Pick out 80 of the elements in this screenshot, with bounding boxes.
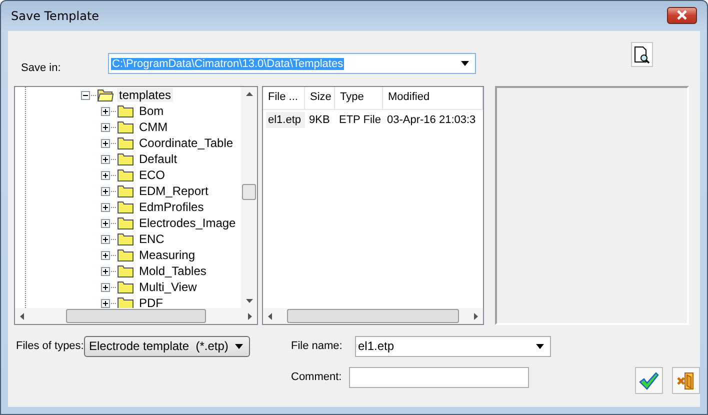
collapse-toggle[interactable] xyxy=(81,90,90,100)
file-item[interactable]: el1.etp xyxy=(266,112,305,128)
expand-toggle[interactable] xyxy=(101,266,110,276)
scroll-thumb[interactable] xyxy=(66,309,206,323)
expand-toggle[interactable] xyxy=(101,122,110,132)
scroll-down-icon[interactable] xyxy=(246,299,252,303)
expand-toggle[interactable] xyxy=(101,186,110,196)
scroll-right-icon[interactable] xyxy=(474,312,478,320)
tree-item[interactable]: Default xyxy=(137,152,180,166)
tree-item[interactable]: Measuring xyxy=(137,248,198,262)
column-header[interactable]: Size xyxy=(305,87,335,109)
tree-item[interactable]: EdmProfiles xyxy=(137,200,206,214)
scroll-left-icon[interactable] xyxy=(20,312,24,320)
table-cell-text: ETP File xyxy=(338,113,382,128)
tree-item[interactable]: CMM xyxy=(137,120,170,134)
file-name-label: File name: xyxy=(291,340,344,352)
folder-icon xyxy=(117,200,134,214)
expand-toggle[interactable] xyxy=(101,298,110,308)
column-header[interactable]: Type xyxy=(335,87,383,109)
scroll-thumb[interactable] xyxy=(242,184,256,200)
tree-item[interactable]: EDM_Report xyxy=(137,184,210,198)
expand-toggle[interactable] xyxy=(101,218,110,228)
tree-item[interactable]: templates xyxy=(117,88,174,102)
files-of-types-label: Files of types: xyxy=(16,340,84,352)
folder-icon xyxy=(117,280,134,294)
close-icon xyxy=(675,10,689,20)
comment-label: Comment: xyxy=(291,371,343,383)
tree-item[interactable]: Electrodes_Image xyxy=(137,216,238,230)
expand-toggle[interactable] xyxy=(101,234,110,244)
close-button[interactable] xyxy=(667,6,697,24)
dropdown-icon xyxy=(461,61,469,66)
open-folder-icon xyxy=(97,88,114,102)
folder-icon xyxy=(117,232,134,246)
folder-icon xyxy=(117,264,134,278)
expand-toggle[interactable] xyxy=(101,250,110,260)
folder-icon xyxy=(117,184,134,198)
cancel-button[interactable] xyxy=(672,367,700,394)
comment-field[interactable] xyxy=(349,367,529,388)
tree-item[interactable]: PDF xyxy=(137,296,165,308)
tree-item[interactable]: ECO xyxy=(137,168,168,182)
tree-item[interactable]: Bom xyxy=(137,104,166,118)
scroll-thumb[interactable] xyxy=(287,309,459,323)
folder-icon xyxy=(117,120,134,134)
checkmark-icon xyxy=(639,372,659,390)
tree-item[interactable]: Mold_Tables xyxy=(137,264,208,278)
vertical-scrollbar[interactable] xyxy=(241,87,257,308)
preview-button[interactable] xyxy=(631,42,653,67)
file-name-field[interactable]: el1.etp xyxy=(355,336,551,356)
folder-icon xyxy=(117,168,134,182)
exit-door-icon xyxy=(676,372,696,390)
save-in-label: Save in: xyxy=(21,62,62,74)
scroll-left-icon[interactable] xyxy=(268,312,272,320)
expand-toggle[interactable] xyxy=(101,202,110,212)
window-title: Save Template xyxy=(11,9,100,23)
folder-icon xyxy=(117,136,134,150)
expand-toggle[interactable] xyxy=(101,170,110,180)
folder-icon xyxy=(117,152,134,166)
document-search-icon xyxy=(633,46,651,64)
column-header[interactable]: Modified xyxy=(383,87,483,109)
folder-icon xyxy=(117,248,134,262)
expand-toggle[interactable] xyxy=(101,138,110,148)
dropdown-icon xyxy=(536,344,544,348)
scroll-up-icon[interactable] xyxy=(246,92,252,96)
folder-icon xyxy=(117,216,134,230)
tree-item[interactable]: ENC xyxy=(137,232,166,246)
folder-icon xyxy=(117,104,134,118)
horizontal-scrollbar[interactable] xyxy=(263,308,483,324)
table-cell-text: 9KB xyxy=(308,113,331,128)
file-type-dropdown[interactable]: Electrode template (*.etp) xyxy=(84,336,250,356)
expand-toggle[interactable] xyxy=(101,106,110,116)
ok-button[interactable] xyxy=(635,367,663,394)
expand-toggle[interactable] xyxy=(101,154,110,164)
horizontal-scrollbar[interactable] xyxy=(15,308,257,324)
dropdown-icon xyxy=(235,344,243,348)
table-cell-text: 03-Apr-16 21:03:3 xyxy=(386,113,477,128)
tree-item[interactable]: Coordinate_Table xyxy=(137,136,236,150)
column-header[interactable]: File ... xyxy=(263,87,305,109)
scroll-right-icon[interactable] xyxy=(248,312,252,320)
expand-toggle[interactable] xyxy=(101,282,110,292)
tree-item[interactable]: Multi_View xyxy=(137,280,199,294)
